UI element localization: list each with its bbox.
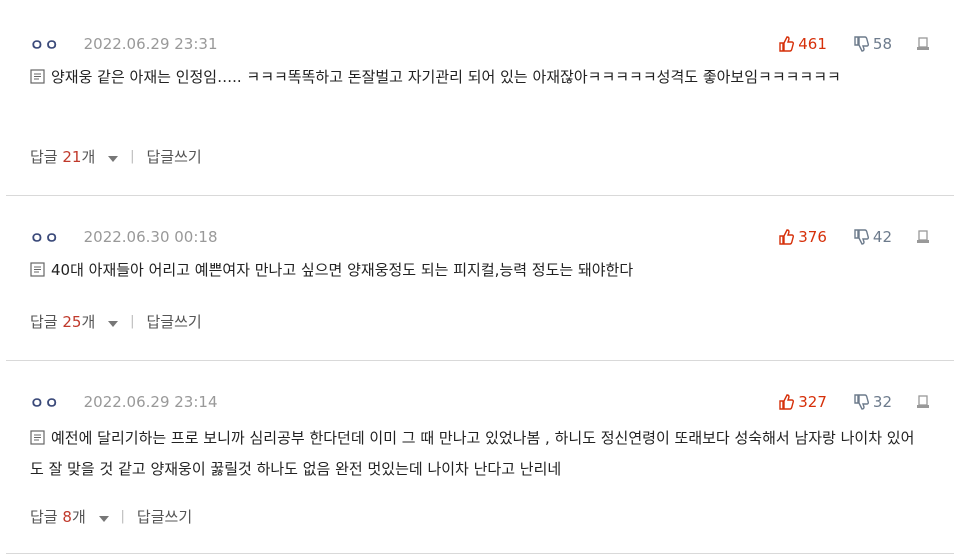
report-button[interactable] [916,395,930,409]
chevron-down-icon [98,515,109,522]
comment-date: 2022.06.30 00:18 [83,228,218,246]
comment-meta: ㅇㅇ 2022.06.29 23:31 [30,34,218,54]
reply-label: 답글 [30,312,58,331]
reply-label: 답글 [30,507,58,526]
like-button[interactable]: 461 [778,35,827,53]
like-button[interactable]: 327 [778,393,827,411]
comment-footer: 답글 21개 | 답글쓰기 [30,146,202,166]
reply-toggle[interactable]: 답글 21개 [30,146,119,167]
report-icon [917,395,929,408]
dislike-button[interactable]: 58 [853,35,892,53]
reply-count: 21 [62,147,82,166]
like-count: 327 [798,393,827,411]
footer-divider: | [120,508,125,524]
thumbs-down-icon [854,36,869,52]
dislike-count: 58 [872,35,892,53]
chevron-down-icon [108,155,119,162]
comment-author[interactable]: ㅇㅇ [30,227,60,248]
memo-icon [30,262,45,277]
comment-meta: ㅇㅇ 2022.06.29 23:14 [30,392,218,412]
dislike-count: 32 [872,393,892,411]
comment-text: 양재웅 같은 아재는 인정임….. ㅋㅋㅋ똑똑하고 돈잘벌고 자기관리 되어 있… [51,68,841,86]
write-reply-link[interactable]: 답글쓰기 [137,506,192,527]
reply-unit: 개 [81,147,96,166]
comment-item: ㅇㅇ 2022.06.29 23:31 461 58 양재웅 같은 아재는 인정… [6,0,954,196]
comment-date: 2022.06.29 23:14 [83,393,218,411]
reply-unit: 개 [81,312,96,331]
comment-votes: 461 58 [778,34,930,54]
comment-body: 예전에 달리기하는 프로 보니까 심리공부 한다던데 이미 그 때 만나고 있었… [30,423,924,485]
chevron-down-icon [108,320,119,327]
report-icon [917,230,929,243]
comment-meta: ㅇㅇ 2022.06.30 00:18 [30,227,218,247]
footer-divider: | [130,148,135,164]
comment-body: 양재웅 같은 아재는 인정임….. ㅋㅋㅋ똑똑하고 돈잘벌고 자기관리 되어 있… [30,62,924,93]
like-count: 461 [798,35,827,53]
comment-votes: 327 32 [778,392,930,412]
reply-toggle[interactable]: 답글 8개 [30,506,109,527]
comment-author[interactable]: ㅇㅇ [30,392,60,413]
write-reply-link[interactable]: 답글쓰기 [146,311,201,332]
comment-footer: 답글 25개 | 답글쓰기 [30,311,202,331]
write-reply-link[interactable]: 답글쓰기 [146,146,201,167]
comment-author[interactable]: ㅇㅇ [30,34,60,55]
reply-unit: 개 [71,507,86,526]
reply-count: 25 [62,312,82,331]
like-count: 376 [798,228,827,246]
comment-item: ㅇㅇ 2022.06.29 23:14 327 32 예전에 달리기하는 프로 … [6,361,954,554]
thumbs-up-icon [779,394,795,410]
dislike-count: 42 [872,228,892,246]
comment-votes: 376 42 [778,227,930,247]
reply-label: 답글 [30,147,58,166]
comment-text: 예전에 달리기하는 프로 보니까 심리공부 한다던데 이미 그 때 만나고 있었… [30,429,915,478]
thumbs-down-icon [854,394,869,410]
reply-toggle[interactable]: 답글 25개 [30,311,119,332]
comment-body: 40대 아재들아 어리고 예쁜여자 만나고 싶으면 양재웅정도 되는 피지컬,능… [30,255,924,286]
comment-text: 40대 아재들아 어리고 예쁜여자 만나고 싶으면 양재웅정도 되는 피지컬,능… [51,261,634,279]
report-button[interactable] [916,230,930,244]
comment-item: ㅇㅇ 2022.06.30 00:18 376 42 40대 아재들아 어리고 … [6,196,954,361]
memo-icon [30,430,45,445]
reply-count: 8 [62,507,72,526]
footer-divider: | [130,313,135,329]
comment-date: 2022.06.29 23:31 [83,35,218,53]
dislike-button[interactable]: 42 [853,228,892,246]
memo-icon [30,69,45,84]
comment-footer: 답글 8개 | 답글쓰기 [30,506,192,526]
thumbs-up-icon [779,229,795,245]
report-icon [917,37,929,50]
dislike-button[interactable]: 32 [853,393,892,411]
thumbs-down-icon [854,229,869,245]
like-button[interactable]: 376 [778,228,827,246]
thumbs-up-icon [779,36,795,52]
report-button[interactable] [916,37,930,51]
